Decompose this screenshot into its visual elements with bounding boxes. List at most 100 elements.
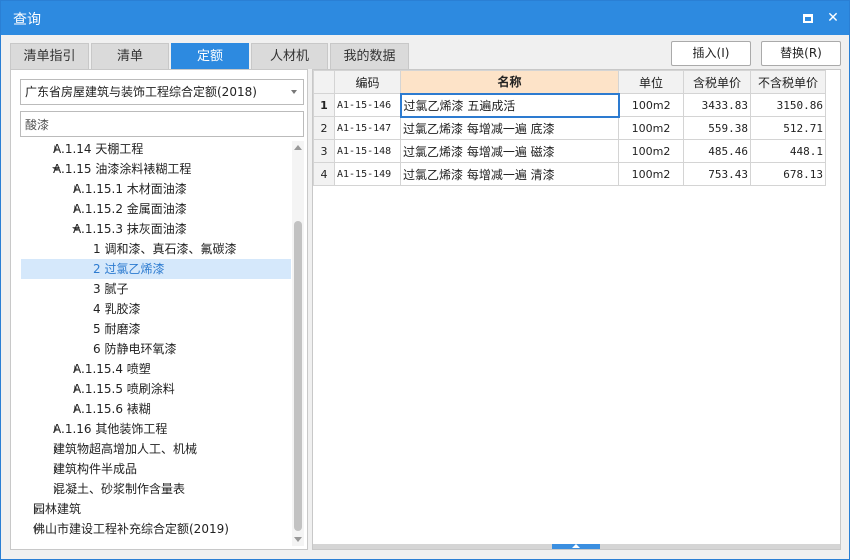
quota-library-value: 广东省房屋建筑与装饰工程综合定额(2018) xyxy=(25,85,257,99)
maximize-icon xyxy=(803,14,813,23)
tree-node[interactable]: A.1.15 油漆涂料裱糊工程 xyxy=(21,159,291,179)
tree-node-label: 园林建筑 xyxy=(33,502,82,516)
tree-scrollbar[interactable] xyxy=(292,141,304,546)
chevron-down-icon xyxy=(291,90,297,94)
tree-node[interactable]: A.1.15.4 喷塑 xyxy=(21,359,291,379)
close-icon: ✕ xyxy=(827,10,839,26)
quota-results-panel: 编码 名称 单位 含税单价 不含税单价 1 A1-15-146 过氯乙烯漆 五遍成活… xyxy=(312,69,841,550)
header-notax-price[interactable]: 不含税单价 xyxy=(750,70,826,94)
tree-node[interactable]: 6 防静电环氧漆 xyxy=(21,339,291,359)
chevron-up-icon xyxy=(572,544,580,548)
tree-node-label: 3 腻子 xyxy=(93,282,129,296)
tab-list[interactable]: 清单 xyxy=(91,43,169,69)
tree-node-label: A.1.15.2 金属面油漆 xyxy=(73,202,187,216)
cell-tax-price[interactable]: 485.46 xyxy=(683,139,751,163)
cell-unit[interactable]: 100m2 xyxy=(618,139,684,163)
header-code[interactable]: 编码 xyxy=(334,70,401,94)
tree-node-label: A.1.15.1 木材面油漆 xyxy=(73,182,187,196)
scroll-up-icon[interactable] xyxy=(294,145,302,150)
scroll-down-icon[interactable] xyxy=(294,537,302,542)
cell-notax-price[interactable]: 512.71 xyxy=(750,116,826,140)
title-bar[interactable]: 查询 ✕ xyxy=(1,1,849,35)
panel-splitter[interactable] xyxy=(313,544,840,549)
header-index xyxy=(313,70,335,94)
tree-node[interactable]: 建筑物超高增加人工、机械 xyxy=(21,439,291,459)
table-row[interactable]: 3 A1-15-148 过氯乙烯漆 每增减一遍 磁漆 100m2 485.46 448.1 xyxy=(313,139,826,163)
table-header-row: 编码 名称 单位 含税单价 不含税单价 xyxy=(313,70,826,94)
tree-node-label: A.1.15.3 抹灰面油漆 xyxy=(73,222,187,236)
tree-node[interactable]: 建筑构件半成品 xyxy=(21,459,291,479)
chapter-tree: A.1.14 天棚工程 A.1.15 油漆涂料裱糊工程 A.1.15.1 木材面油漆… xyxy=(11,139,291,549)
cell-unit[interactable]: 100m2 xyxy=(618,116,684,140)
tree-node-label: 4 乳胶漆 xyxy=(93,302,141,316)
cell-tax-price[interactable]: 559.38 xyxy=(683,116,751,140)
tree-node[interactable]: A.1.14 天棚工程 xyxy=(21,139,291,159)
tree-node[interactable]: 4 乳胶漆 xyxy=(21,299,291,319)
table-row[interactable]: 4 A1-15-149 过氯乙烯漆 每增减一遍 清漆 100m2 753.43 678.1… xyxy=(313,162,826,186)
quota-library-select[interactable]: 广东省房屋建筑与装饰工程综合定额(2018) xyxy=(20,79,304,105)
tab-quota[interactable]: 定额 xyxy=(171,43,249,69)
replace-button[interactable]: 替换(R) xyxy=(761,41,841,66)
tree-node[interactable]: A.1.15.5 喷刷涂料 xyxy=(21,379,291,399)
tree-node-label: 6 防静电环氧漆 xyxy=(93,342,177,356)
tree-node[interactable]: 3 腻子 xyxy=(21,279,291,299)
tree-node[interactable]: 佛山市建设工程补充综合定额(2019) xyxy=(21,519,291,539)
tree-node[interactable]: A.1.15.3 抹灰面油漆 xyxy=(21,219,291,239)
tree-node-label: 混凝土、砂浆制作含量表 xyxy=(53,482,186,496)
tree-node-label: A.1.15 油漆涂料裱糊工程 xyxy=(53,162,192,176)
tab-list-guide[interactable]: 清单指引 xyxy=(10,43,89,69)
tree-node-label: A.1.16 其他装饰工程 xyxy=(53,422,168,436)
close-button[interactable]: ✕ xyxy=(823,8,843,28)
header-name[interactable]: 名称 xyxy=(400,70,619,94)
cell-notax-price[interactable]: 3150.86 xyxy=(750,93,826,117)
table-row[interactable]: 2 A1-15-147 过氯乙烯漆 每增减一遍 底漆 100m2 559.38 512.7… xyxy=(313,116,826,140)
cell-code[interactable]: A1-15-147 xyxy=(334,116,401,140)
tree-node[interactable]: A.1.15.6 裱糊 xyxy=(21,399,291,419)
scroll-thumb[interactable] xyxy=(294,221,302,531)
row-index[interactable]: 1 xyxy=(313,93,335,117)
tree-node[interactable]: A.1.15.1 木材面油漆 xyxy=(21,179,291,199)
cell-code[interactable]: A1-15-146 xyxy=(334,93,401,117)
row-index[interactable]: 4 xyxy=(313,162,335,186)
maximize-button[interactable] xyxy=(798,8,818,28)
cell-unit[interactable]: 100m2 xyxy=(618,162,684,186)
cell-name[interactable]: 过氯乙烯漆 每增减一遍 磁漆 xyxy=(400,139,619,163)
cell-name[interactable]: 过氯乙烯漆 每增减一遍 清漆 xyxy=(400,162,619,186)
tree-node-label: 建筑构件半成品 xyxy=(53,462,138,476)
quota-table: 编码 名称 单位 含税单价 不含税单价 1 A1-15-146 过氯乙烯漆 五遍成活… xyxy=(313,70,826,186)
tree-node-label: A.1.15.4 喷塑 xyxy=(73,362,151,376)
row-index[interactable]: 3 xyxy=(313,139,335,163)
tab-my-data[interactable]: 我的数据 xyxy=(330,43,409,69)
cell-code[interactable]: A1-15-148 xyxy=(334,139,401,163)
cell-tax-price[interactable]: 753.43 xyxy=(683,162,751,186)
header-unit[interactable]: 单位 xyxy=(618,70,684,94)
tree-node-label: A.1.15.5 喷刷涂料 xyxy=(73,382,175,396)
cell-notax-price[interactable]: 678.13 xyxy=(750,162,826,186)
cell-name[interactable]: 过氯乙烯漆 五遍成活 xyxy=(399,92,620,118)
tree-node[interactable]: 园林建筑 xyxy=(21,499,291,519)
cell-tax-price[interactable]: 3433.83 xyxy=(683,93,751,117)
tree-node[interactable]: 2 过氯乙烯漆 xyxy=(21,259,291,279)
cell-notax-price[interactable]: 448.1 xyxy=(750,139,826,163)
tree-node-label: 佛山市建设工程补充综合定额(2019) xyxy=(33,522,229,536)
tree-node[interactable]: A.1.16 其他装饰工程 xyxy=(21,419,291,439)
table-row[interactable]: 1 A1-15-146 过氯乙烯漆 五遍成活 100m2 3433.83 3150.86 xyxy=(313,92,826,118)
search-input[interactable] xyxy=(20,111,304,137)
window-title: 查询 xyxy=(13,12,41,28)
cell-unit[interactable]: 100m2 xyxy=(618,93,684,117)
query-dialog: 查询 ✕ 清单指引 清单 定额 人材机 我的数据 插入(I) 替换(R) 广东省… xyxy=(0,0,850,560)
tree-node-label: 建筑物超高增加人工、机械 xyxy=(53,442,198,456)
tree-node[interactable]: 混凝土、砂浆制作含量表 xyxy=(21,479,291,499)
tree-node[interactable]: 5 耐磨漆 xyxy=(21,319,291,339)
splitter-grip[interactable] xyxy=(552,544,600,549)
tab-materials[interactable]: 人材机 xyxy=(251,43,328,69)
tree-node[interactable]: 1 调和漆、真石漆、氟碳漆 xyxy=(21,239,291,259)
tree-node-label: 2 过氯乙烯漆 xyxy=(93,262,165,276)
header-tax-price[interactable]: 含税单价 xyxy=(683,70,751,94)
row-index[interactable]: 2 xyxy=(313,116,335,140)
tree-node-label: A.1.15.6 裱糊 xyxy=(73,402,151,416)
tree-node[interactable]: A.1.15.2 金属面油漆 xyxy=(21,199,291,219)
insert-button[interactable]: 插入(I) xyxy=(671,41,751,66)
cell-code[interactable]: A1-15-149 xyxy=(334,162,401,186)
cell-name[interactable]: 过氯乙烯漆 每增减一遍 底漆 xyxy=(400,116,619,140)
